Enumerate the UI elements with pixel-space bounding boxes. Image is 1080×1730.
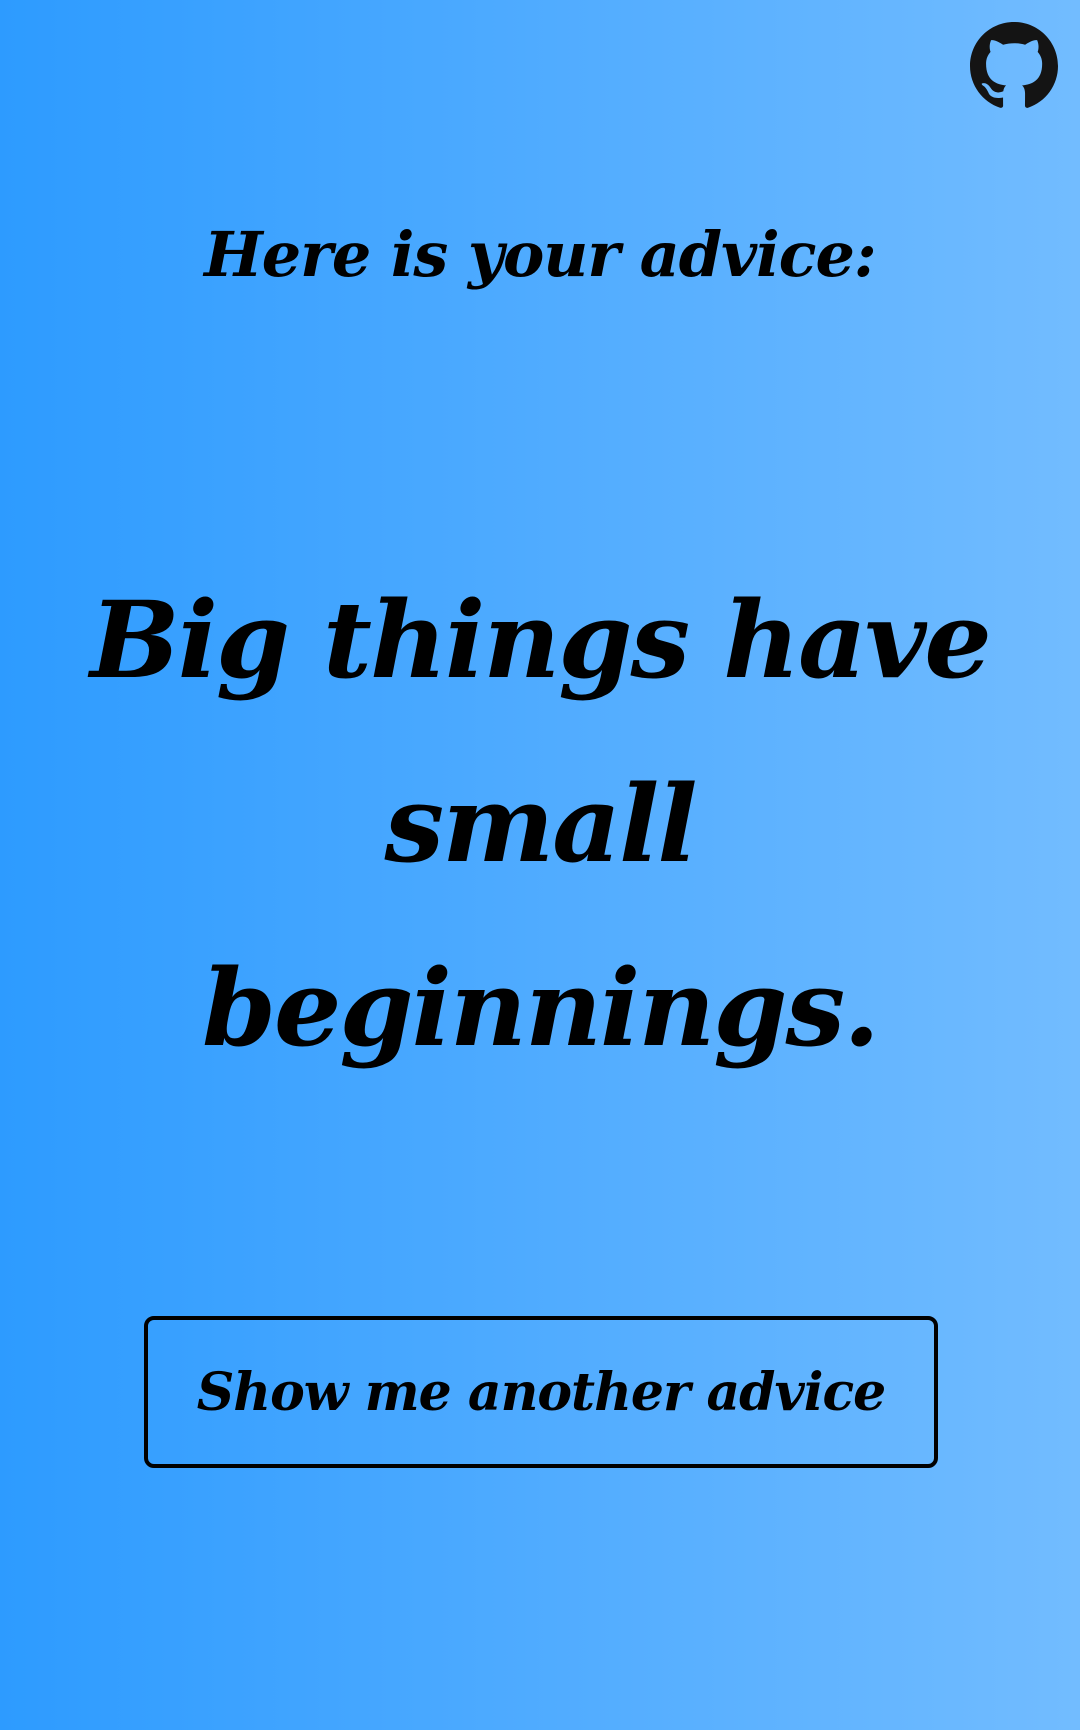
advice-heading: Here is your advice: (204, 218, 877, 291)
github-icon (970, 22, 1058, 108)
github-link[interactable] (970, 22, 1058, 110)
show-another-advice-label: Show me another advice (196, 1361, 886, 1423)
show-another-advice-button[interactable]: Show me another advice (144, 1316, 938, 1468)
advice-text: Big things have small beginnings. (90, 577, 992, 1070)
